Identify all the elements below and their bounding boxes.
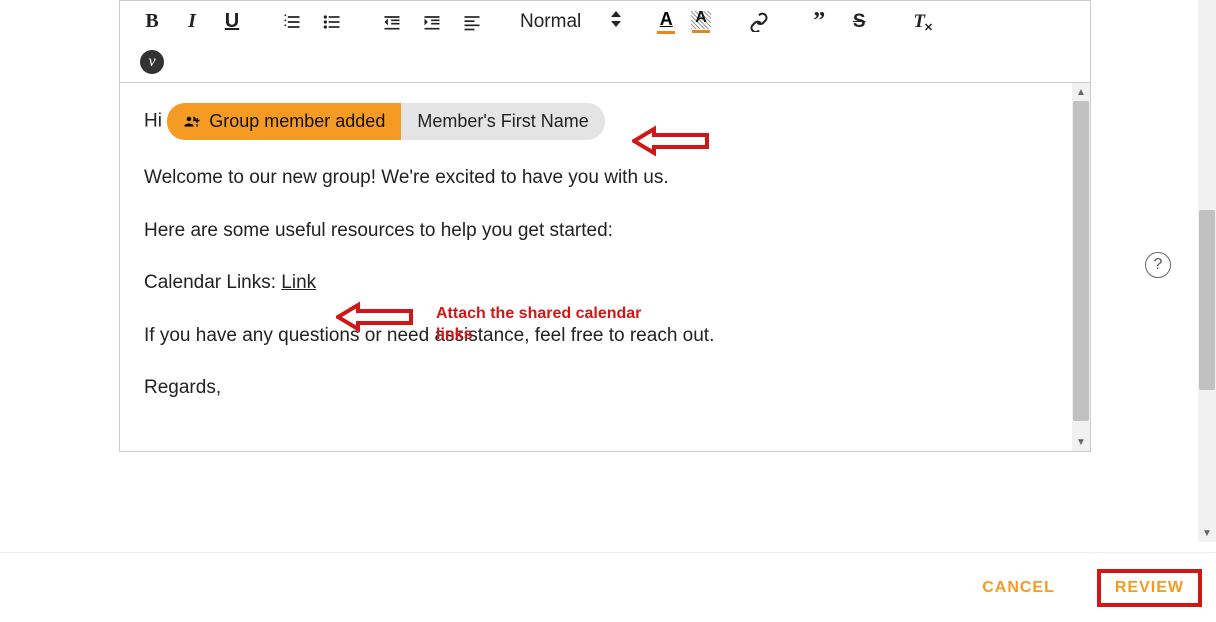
- page-scroll-thumb[interactable]: [1199, 210, 1215, 390]
- clear-format-button[interactable]: T✕: [907, 10, 931, 34]
- align-button[interactable]: [460, 10, 484, 34]
- text-color-button[interactable]: A: [657, 9, 675, 34]
- scroll-thumb[interactable]: [1073, 101, 1089, 421]
- link-button[interactable]: [747, 10, 771, 34]
- strikethrough-button[interactable]: S: [847, 10, 871, 34]
- paragraph-calendar: Calendar Links: Link: [144, 269, 1066, 298]
- bold-button[interactable]: B: [140, 10, 164, 34]
- variable-insert-button[interactable]: v: [140, 50, 164, 74]
- cancel-button[interactable]: CANCEL: [968, 569, 1069, 607]
- editor-scrollbar[interactable]: ▲ ▼: [1072, 83, 1090, 451]
- quote-button[interactable]: ”: [807, 10, 831, 34]
- select-arrows-icon: [611, 11, 621, 33]
- review-button[interactable]: REVIEW: [1111, 573, 1188, 602]
- paragraph-welcome: Welcome to our new group! We're excited …: [144, 164, 1066, 193]
- outdent-button[interactable]: [380, 10, 404, 34]
- format-label: Normal: [520, 11, 581, 33]
- review-button-highlight: REVIEW: [1097, 569, 1202, 607]
- calendar-link[interactable]: Link: [281, 272, 316, 293]
- annotation-text-calendar: Attach the shared calendar links: [436, 304, 666, 346]
- page-scrollbar[interactable]: ▼: [1198, 0, 1216, 542]
- variable-pill[interactable]: Group member added Member's First Name: [167, 103, 605, 140]
- ordered-list-button[interactable]: [280, 10, 304, 34]
- indent-button[interactable]: [420, 10, 444, 34]
- italic-button[interactable]: I: [180, 10, 204, 34]
- scroll-down-arrow[interactable]: ▼: [1072, 433, 1090, 451]
- editor-container: B I U Normal: [119, 0, 1091, 452]
- annotation-arrow-1: [632, 121, 712, 166]
- editor-body[interactable]: Hi Group member added Member's First Nam…: [120, 83, 1090, 451]
- greeting-text: Hi: [144, 111, 167, 132]
- unordered-list-button[interactable]: [320, 10, 344, 34]
- paragraph-signoff: Regards,: [144, 374, 1066, 403]
- group-add-icon: [183, 113, 201, 131]
- annotation-arrow-2: [336, 297, 416, 342]
- pill-value-label: Member's First Name: [417, 108, 588, 135]
- dialog-footer: CANCEL REVIEW: [0, 552, 1216, 622]
- help-button[interactable]: ?: [1145, 252, 1171, 278]
- format-select[interactable]: Normal: [520, 11, 621, 33]
- background-color-button[interactable]: A: [691, 11, 711, 33]
- pill-trigger-label: Group member added: [209, 108, 385, 135]
- underline-button[interactable]: U: [220, 10, 244, 34]
- calendar-prefix: Calendar Links:: [144, 272, 281, 293]
- help-icon-label: ?: [1154, 256, 1163, 274]
- paragraph-greeting: Hi Group member added Member's First Nam…: [144, 103, 1066, 140]
- scroll-up-arrow[interactable]: ▲: [1072, 83, 1090, 101]
- toolbar: B I U Normal: [120, 1, 1090, 83]
- page-scroll-down-arrow[interactable]: ▼: [1198, 524, 1216, 542]
- paragraph-resources: Here are some useful resources to help y…: [144, 217, 1066, 246]
